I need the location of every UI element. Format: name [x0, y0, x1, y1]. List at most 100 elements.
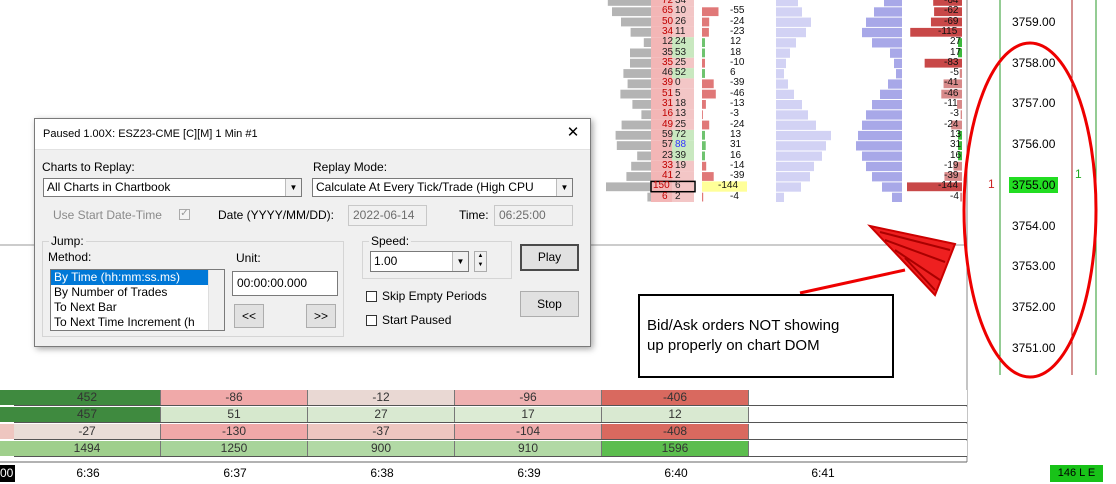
- method-list[interactable]: By Time (hh:mm:ss.ms) By Number of Trade…: [50, 269, 225, 331]
- profile-bar-2: [872, 100, 902, 110]
- status-badge: 146 L E: [1050, 465, 1103, 482]
- date-label: Date (YYYY/MM/DD):: [218, 208, 335, 222]
- time-axis-label: 6:39: [517, 466, 541, 480]
- chevron-down-icon[interactable]: ▼: [556, 179, 572, 196]
- chevron-down-icon[interactable]: ▼: [452, 252, 468, 271]
- depth-value: -62: [944, 5, 959, 17]
- dom-delta-bar: [702, 38, 705, 47]
- method-item-by-time[interactable]: By Time (hh:mm:ss.ms): [51, 270, 224, 285]
- stop-button[interactable]: Stop: [520, 291, 579, 317]
- profile-bar-2: [894, 58, 902, 69]
- dom-ask-value: 0: [675, 77, 681, 89]
- dom-ask-value: 2: [675, 190, 681, 202]
- profile-bar: [776, 130, 831, 141]
- profile-bar-2: [880, 89, 902, 99]
- jump-back-button[interactable]: <<: [234, 304, 264, 328]
- replay-mode-label: Replay Mode:: [313, 160, 388, 174]
- dom-delta-value: 31: [730, 139, 742, 151]
- method-label: Method:: [48, 250, 92, 264]
- depth-value: -41: [944, 77, 959, 89]
- profile-bar-2: [858, 130, 902, 141]
- unit-label: Unit:: [236, 251, 261, 265]
- use-start-datetime-checkbox[interactable]: ✓: [179, 209, 190, 220]
- profile-bar: [776, 89, 794, 99]
- close-icon[interactable]: ✕: [562, 122, 584, 144]
- dom-volume-bar: [630, 48, 651, 58]
- play-button[interactable]: Play: [520, 244, 579, 271]
- unit-field[interactable]: 00:00:00.000: [232, 271, 338, 296]
- jump-forward-button[interactable]: >>: [306, 304, 336, 328]
- time-label: Time:: [459, 208, 489, 222]
- price-axis-label: 3754.00: [1012, 218, 1056, 233]
- stepper-down-icon[interactable]: ▼: [475, 261, 486, 270]
- dialog-titlebar[interactable]: Paused 1.00X: ESZ23-CME [C][M] 1 Min #1 …: [35, 119, 590, 150]
- dom-delta-value: 18: [730, 46, 742, 58]
- profile-bar-2: [872, 172, 902, 182]
- depth-bar: [960, 192, 962, 202]
- dom-volume-bar: [647, 192, 651, 202]
- method-item-by-trades[interactable]: By Number of Trades: [51, 285, 224, 300]
- annotation-box: Bid/Ask orders NOT showing up properly o…: [638, 294, 894, 378]
- profile-bar-2: [862, 27, 902, 38]
- annotation-line-2: up properly on chart DOM: [647, 337, 820, 354]
- dom-delta-value: -39: [730, 77, 745, 89]
- time-axis-label: 6:37: [223, 466, 247, 480]
- stats-cell: -12: [308, 390, 455, 405]
- profile-bar-2: [866, 161, 902, 172]
- profile-bar: [776, 27, 806, 38]
- chevron-down-icon[interactable]: ▼: [285, 179, 301, 196]
- time-axis-label: 6:40: [664, 466, 688, 480]
- stats-cell: 12: [602, 407, 749, 422]
- price-axis-label: 3758.00: [1012, 55, 1056, 70]
- dom-volume-bar: [626, 172, 651, 181]
- replay-mode-value: Calculate At Every Tick/Trade (High CPU: [316, 180, 534, 194]
- dom-volume-bar: [612, 7, 651, 17]
- dom-delta-bar: [702, 141, 706, 150]
- replay-dialog: Paused 1.00X: ESZ23-CME [C][M] 1 Min #1 …: [34, 118, 591, 347]
- time-axis-label: 6:36: [76, 466, 100, 480]
- profile-bar-2: [872, 38, 902, 48]
- profile-bar-2: [874, 7, 902, 17]
- stats-row-edge: [0, 424, 14, 439]
- profile-bar: [776, 38, 796, 48]
- dom-bid-value: 65: [662, 5, 674, 17]
- time-field[interactable]: 06:25:00: [494, 205, 573, 226]
- dom-ask-value: 88: [675, 139, 687, 151]
- stats-row-edge: [0, 390, 14, 405]
- profile-bar: [776, 58, 786, 69]
- method-item-next-bar[interactable]: To Next Bar: [51, 300, 224, 315]
- stats-cell: -408: [602, 424, 749, 439]
- dom-delta-bar: [702, 79, 714, 89]
- speed-stepper[interactable]: ▲ ▼: [474, 251, 487, 272]
- stats-cell: 17: [455, 407, 602, 422]
- price-axis-label: 3759.00: [1012, 15, 1056, 29]
- stats-cell: -86: [161, 390, 308, 405]
- stats-cell-empty: [749, 441, 967, 456]
- depth-bar: [960, 110, 962, 120]
- start-paused-checkbox[interactable]: [366, 315, 377, 326]
- dom-bid-value: 150: [653, 180, 670, 192]
- dom-volume-bar: [630, 58, 651, 68]
- stats-row: 1494 1250 900 910 1596: [14, 441, 967, 457]
- charts-to-replay-select[interactable]: All Charts in Chartbook ▼: [43, 178, 302, 197]
- replay-mode-select[interactable]: Calculate At Every Tick/Trade (High CPU …: [312, 178, 573, 197]
- dom-delta-bar: [702, 151, 705, 161]
- date-field[interactable]: 2022-06-14: [348, 205, 427, 226]
- skip-empty-checkbox[interactable]: [366, 291, 377, 302]
- method-item-next-increment[interactable]: To Next Time Increment (h: [51, 315, 224, 330]
- time-axis-label: 6:38: [370, 466, 394, 480]
- dom-delta-value: -3: [730, 108, 739, 120]
- depth-value: 27: [950, 36, 962, 48]
- dom-volume-bar: [621, 120, 651, 130]
- method-list-scrollbar[interactable]: [208, 270, 224, 330]
- depth-value: -3: [950, 108, 959, 120]
- stats-cell: 51: [161, 407, 308, 422]
- stepper-up-icon[interactable]: ▲: [475, 252, 486, 261]
- speed-select[interactable]: 1.00 ▼: [370, 251, 469, 272]
- dom-ask-value: 39: [675, 149, 687, 161]
- profile-bar: [776, 172, 810, 182]
- depth-value: -4: [950, 190, 959, 202]
- profile-bar: [776, 110, 808, 120]
- stats-cell-empty: [749, 407, 967, 422]
- stats-row: 457 51 27 17 12: [14, 407, 967, 423]
